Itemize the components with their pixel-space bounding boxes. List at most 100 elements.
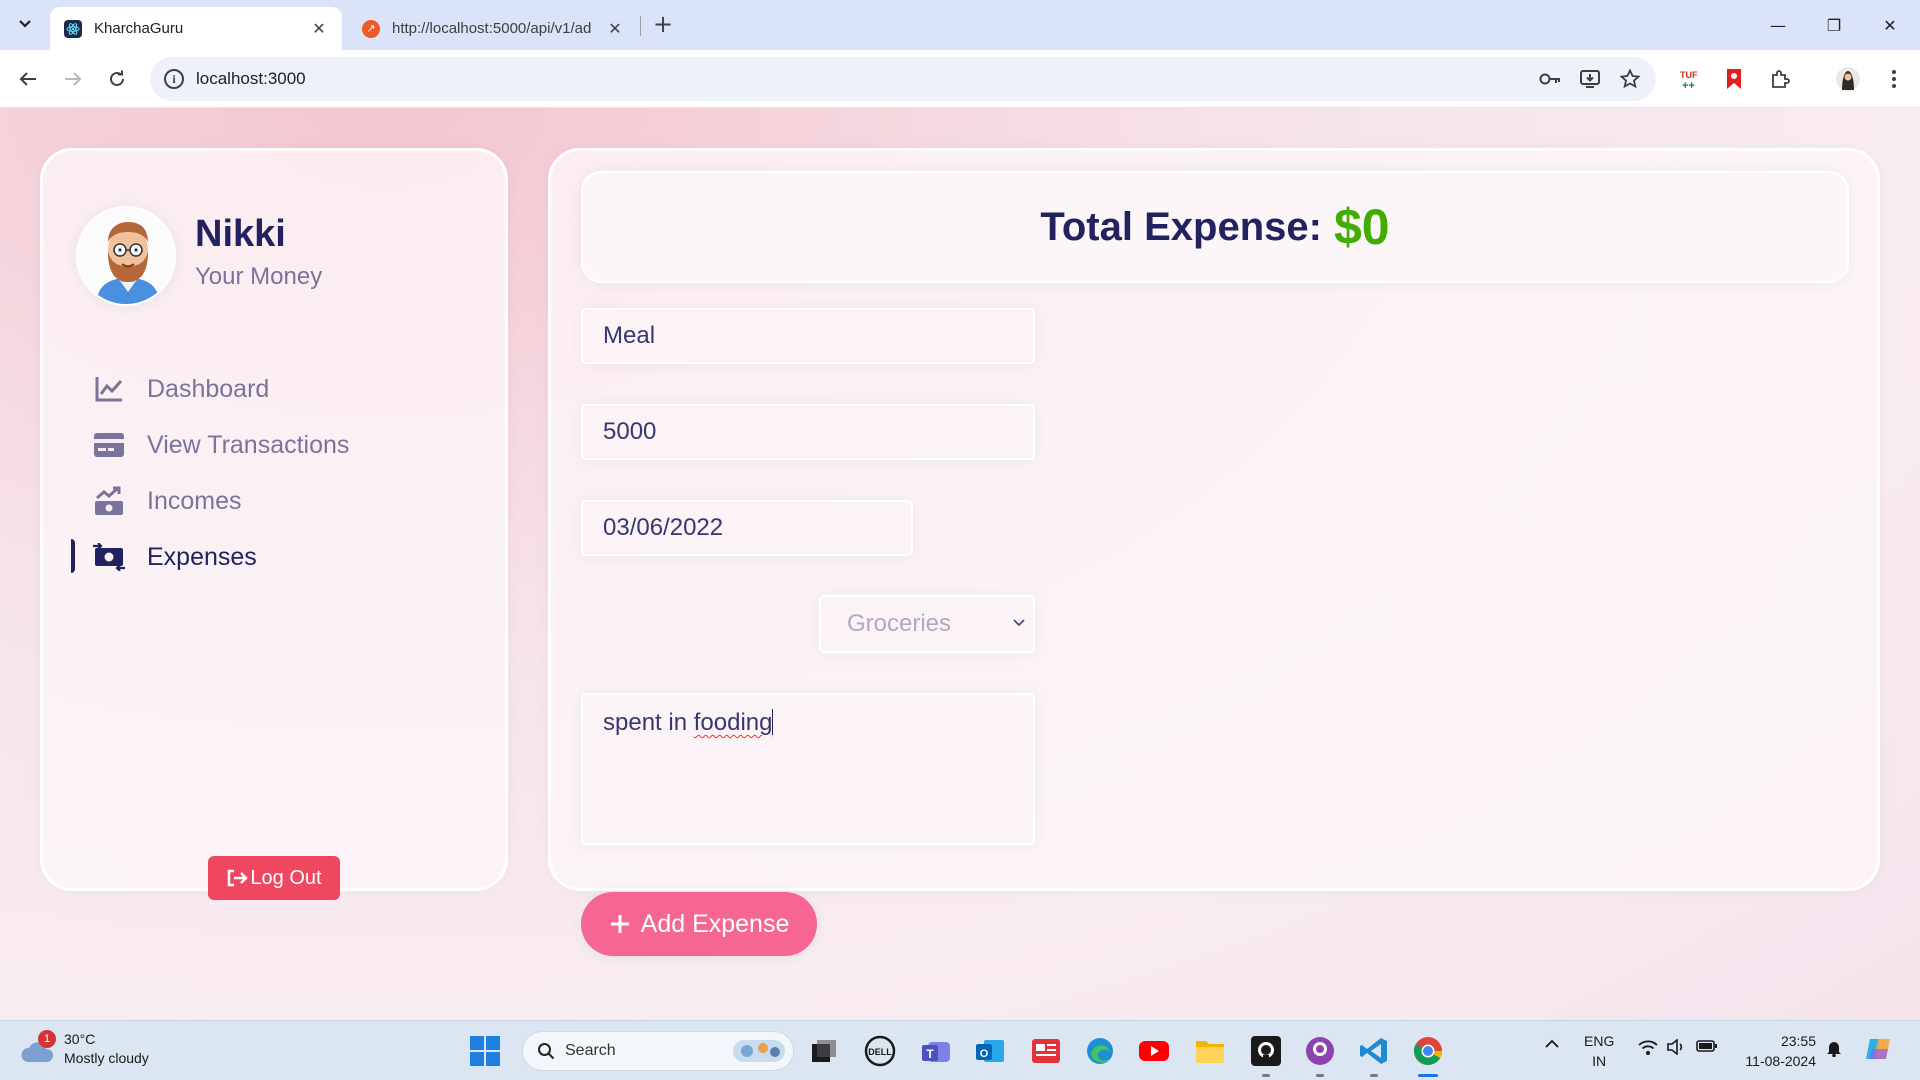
sidebar-item-view-transactions[interactable]: View Transactions (71, 417, 471, 473)
language-indicator[interactable]: ENG IN (1584, 1031, 1614, 1071)
taskbar-teams[interactable]: T (918, 1033, 954, 1069)
tab-kharchaguru[interactable]: KharchaGuru ✕ (50, 7, 342, 50)
taskbar: 1 30°C Mostly cloudy Search DELL T O ENG… (0, 1020, 1920, 1080)
start-button[interactable] (470, 1036, 500, 1066)
site-info-icon[interactable]: i (164, 69, 184, 89)
new-tab-button[interactable]: + (650, 10, 676, 40)
address-bar[interactable]: i localhost:3000 (150, 57, 1656, 101)
svg-text:TUF: TUF (1680, 70, 1698, 80)
tab-close-icon[interactable]: ✕ (606, 19, 624, 39)
windows-logo-icon (470, 1036, 500, 1066)
edge-icon (1087, 1038, 1113, 1064)
extensions-puzzle-icon[interactable] (1766, 66, 1794, 92)
postman-favicon-icon: ↗ (362, 19, 380, 38)
search-icon (538, 1043, 555, 1060)
credit-card-icon (93, 429, 125, 461)
total-expense-label: Total Expense: (1040, 204, 1322, 249)
expenses-panel: Total Expense: $0 Meal 5000 03/06/2022 G… (548, 148, 1880, 956)
bookmark-star-icon[interactable] (1618, 69, 1642, 89)
description-text: spent in (603, 709, 694, 736)
browser-toolbar: i localhost:3000 TUF ++ (0, 50, 1920, 108)
taskbar-clock[interactable]: 23:55 11-08-2024 (1736, 1031, 1816, 1071)
total-expense-card: Total Expense: $0 (581, 171, 1849, 283)
close-window-button[interactable]: ✕ (1862, 0, 1918, 50)
sign-out-icon (228, 869, 249, 887)
sidebar-item-expenses[interactable]: Expenses (71, 529, 471, 585)
copilot-icon[interactable] (1864, 1035, 1894, 1067)
minimize-button[interactable]: — (1750, 0, 1806, 50)
sidebar-item-dashboard[interactable]: Dashboard (71, 361, 471, 417)
arrow-right-icon (65, 72, 82, 86)
expense-category-select[interactable]: Groceries (819, 595, 1035, 653)
volume-icon[interactable] (1666, 1038, 1686, 1059)
category-selected-value: Groceries (847, 610, 952, 637)
restore-button[interactable]: ❐ (1806, 0, 1862, 50)
outlook-icon: O (976, 1040, 1004, 1062)
react-favicon-icon (64, 19, 82, 38)
sidebar-item-incomes[interactable]: Incomes (71, 473, 471, 529)
app-background: Nikki Your Money Dashboard View Transact… (0, 108, 1920, 1020)
tuf-extension-icon[interactable]: TUF ++ (1676, 66, 1704, 92)
user-subtitle: Your Money (195, 263, 323, 290)
clock-date: 11-08-2024 (1745, 1053, 1816, 1069)
tab-separator (640, 16, 641, 36)
bookmark-extension-icon[interactable] (1720, 66, 1748, 92)
taskbar-vscode[interactable] (1356, 1033, 1392, 1077)
taskbar-youtube[interactable] (1136, 1033, 1172, 1069)
tab-api[interactable]: ↗ http://localhost:5000/api/v1/ad ✕ (348, 7, 638, 50)
expense-description-textarea[interactable]: spent in fooding (581, 693, 1035, 845)
taskbar-edge[interactable] (1082, 1033, 1118, 1069)
tab-title: http://localhost:5000/api/v1/ad (392, 20, 592, 37)
taskbar-github-desktop[interactable] (1302, 1033, 1338, 1077)
svg-text:T: T (926, 1047, 934, 1061)
youtube-icon (1139, 1041, 1169, 1061)
wifi-icon[interactable] (1638, 1039, 1658, 1059)
password-key-icon[interactable] (1538, 69, 1562, 89)
back-button[interactable] (13, 64, 43, 94)
news-icon (1032, 1039, 1060, 1063)
expense-date-picker[interactable]: 03/06/2022 (581, 500, 913, 556)
install-app-icon[interactable] (1578, 69, 1602, 89)
search-highlight-icon (733, 1040, 785, 1062)
sidebar-item-label: View Transactions (147, 430, 350, 459)
weather-badge: 1 (38, 1030, 56, 1048)
reload-button[interactable] (102, 64, 132, 94)
tab-search-button[interactable] (10, 9, 40, 39)
chevron-up-icon (1545, 1039, 1559, 1048)
expense-amount-input[interactable]: 5000 (581, 404, 1035, 460)
plus-icon (610, 915, 629, 933)
sidebar-item-label: Dashboard (147, 374, 270, 403)
sidebar: Nikki Your Money Dashboard View Transact… (40, 148, 508, 900)
total-expense-value: $0 (1333, 199, 1390, 255)
github-desktop-icon (1306, 1037, 1334, 1065)
taskbar-file-explorer[interactable] (1192, 1033, 1228, 1069)
taskbar-outlook[interactable]: O (972, 1033, 1008, 1069)
browser-menu-icon[interactable] (1880, 66, 1908, 92)
forward-button[interactable] (58, 64, 88, 94)
tab-close-icon[interactable]: ✕ (310, 19, 328, 39)
taskbar-chrome[interactable] (1410, 1033, 1446, 1077)
money-bill-trend-up-icon (93, 485, 125, 517)
chevron-down-icon (19, 20, 31, 28)
lang-bottom: IN (1592, 1053, 1607, 1069)
logout-button[interactable]: Log Out (208, 856, 340, 900)
reload-icon (110, 70, 124, 86)
show-hidden-icons-button[interactable] (1544, 1037, 1560, 1054)
profile-avatar-icon[interactable] (1834, 66, 1862, 92)
taskbar-github[interactable] (1248, 1033, 1284, 1077)
weather-desc: Mostly cloudy (64, 1050, 149, 1066)
taskbar-task-view[interactable] (806, 1033, 842, 1069)
battery-icon[interactable] (1696, 1039, 1718, 1057)
notification-bell-icon[interactable] (1826, 1039, 1842, 1061)
chevron-down-icon (1013, 619, 1025, 627)
money-bill-transfer-icon (93, 541, 125, 573)
add-expense-button[interactable]: Add Expense (581, 892, 817, 956)
taskbar-news[interactable] (1028, 1033, 1064, 1069)
taskbar-dell[interactable]: DELL (862, 1033, 898, 1069)
weather-widget[interactable]: 1 30°C Mostly cloudy (20, 1030, 149, 1068)
expense-title-input[interactable]: Meal (581, 308, 1035, 364)
taskbar-search[interactable]: Search (522, 1031, 794, 1071)
sidebar-item-label: Incomes (147, 486, 242, 515)
dell-icon: DELL (864, 1035, 896, 1067)
lang-top: ENG (1584, 1033, 1615, 1049)
